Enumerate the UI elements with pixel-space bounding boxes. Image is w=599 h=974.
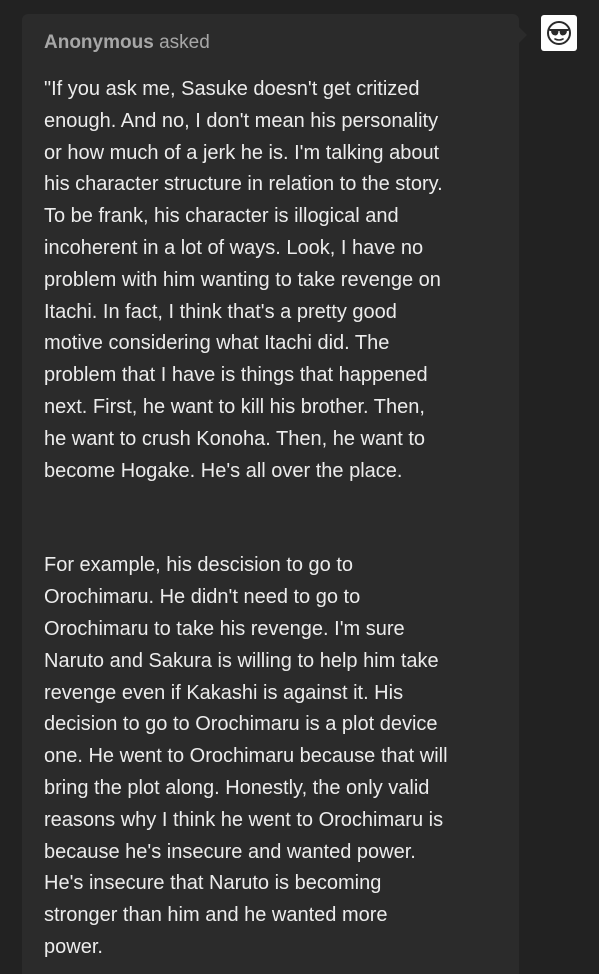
- avatar[interactable]: [541, 15, 577, 51]
- ask-body: "If you ask me, Sasuke doesn't get criti…: [44, 74, 504, 964]
- ask-paragraph: "If you ask me, Sasuke doesn't get criti…: [44, 78, 443, 482]
- ask-card-pointer: [519, 27, 527, 43]
- asker-name[interactable]: Anonymous: [44, 32, 154, 53]
- ask-paragraph: For example, his descision to go to Oroc…: [44, 554, 448, 958]
- sunglasses-face-icon: [547, 21, 571, 45]
- asked-label: asked: [159, 32, 210, 53]
- ask-header: Anonymous asked: [44, 30, 210, 56]
